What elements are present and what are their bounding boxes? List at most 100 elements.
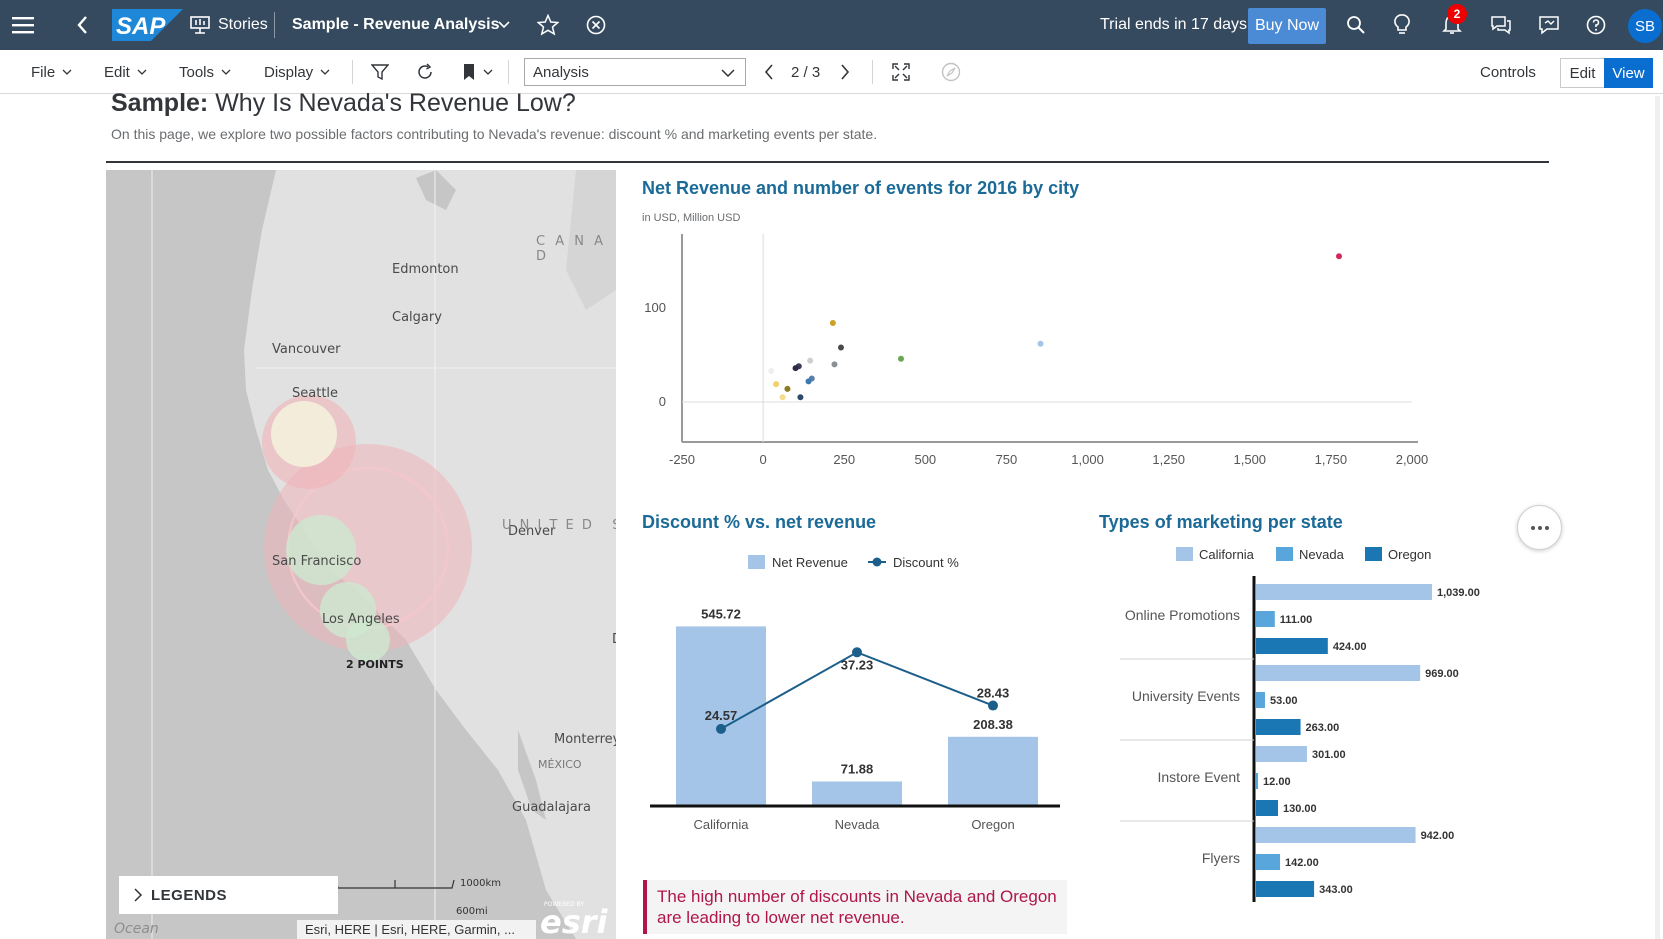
close-circle-icon[interactable] bbox=[586, 0, 606, 50]
marketing-bar bbox=[1256, 800, 1279, 816]
shell-divider bbox=[274, 12, 275, 38]
toolbar-divider bbox=[872, 60, 873, 84]
discount-combo-chart[interactable]: Net Revenue Discount % 545.72 California 71.… bbox=[640, 545, 1080, 835]
bar-value-label: 71.88 bbox=[841, 761, 874, 776]
discussions-icon[interactable] bbox=[1490, 0, 1512, 50]
scatter-x-tick: 1,250 bbox=[1152, 452, 1185, 467]
discount-value-label: 37.23 bbox=[841, 657, 874, 672]
discount-point bbox=[852, 647, 862, 658]
legend-label: Nevada bbox=[1299, 547, 1345, 562]
display-menu-label: Display bbox=[264, 63, 314, 81]
search-icon[interactable] bbox=[1346, 0, 1366, 50]
toolbar-divider bbox=[352, 60, 353, 84]
chevron-down-icon[interactable] bbox=[498, 0, 510, 50]
marketing-bar bbox=[1256, 638, 1328, 654]
marketing-bar bbox=[1256, 611, 1275, 627]
help-icon[interactable] bbox=[1586, 0, 1606, 50]
bar-net-revenue bbox=[812, 781, 902, 805]
buy-now-button[interactable]: Buy Now bbox=[1248, 8, 1326, 44]
file-menu[interactable]: File bbox=[31, 50, 72, 94]
map-label-seattle: Seattle bbox=[292, 386, 339, 401]
combo-chart-title: Discount % vs. net revenue bbox=[642, 512, 877, 532]
scatter-x-tick: 250 bbox=[833, 452, 855, 467]
map-label-calgary: Calgary bbox=[392, 310, 442, 325]
explore-icon bbox=[941, 50, 961, 94]
marketing-bar-chart[interactable]: California Nevada Oregon Online Promotions 1… bbox=[1100, 540, 1550, 910]
refresh-icon[interactable] bbox=[416, 50, 434, 94]
marketing-chart-title: Types of marketing per state bbox=[1099, 512, 1343, 532]
cluster-label[interactable]: 2 POINTS bbox=[346, 658, 404, 671]
legend-marker-discount bbox=[872, 557, 882, 567]
back-icon[interactable] bbox=[76, 0, 88, 50]
bar-value-label: 545.72 bbox=[701, 606, 741, 621]
map-attribution[interactable]: Esri, HERE | Esri, HERE, Garmin, ... bbox=[297, 920, 536, 939]
scatter-point bbox=[807, 357, 814, 364]
lightbulb-icon[interactable] bbox=[1394, 0, 1410, 50]
scatter-point bbox=[768, 367, 775, 374]
chevron-down-icon bbox=[221, 69, 231, 75]
category-label: Oregon bbox=[971, 817, 1014, 832]
bookmark-icon[interactable] bbox=[462, 50, 493, 94]
esri-logo: esri bbox=[540, 903, 608, 939]
scatter-x-tick: 500 bbox=[914, 452, 936, 467]
page-title-rest: Why Is Nevada's Revenue Low? bbox=[208, 89, 576, 117]
map-label-mexico: MÉXICO bbox=[538, 758, 582, 771]
feedback-icon[interactable] bbox=[1538, 0, 1560, 50]
vertical-scrollbar[interactable] bbox=[1655, 96, 1660, 939]
scatter-x-tick: 1,500 bbox=[1234, 452, 1267, 467]
fullscreen-icon[interactable] bbox=[892, 50, 910, 94]
scale-mi: 600mi bbox=[456, 906, 488, 917]
scatter-point bbox=[1037, 340, 1044, 347]
more-options-button[interactable] bbox=[1517, 505, 1562, 550]
map-label-guadalajara: Guadalajara bbox=[512, 800, 591, 815]
legend-swatch bbox=[1176, 547, 1193, 561]
legend-label-net-revenue: Net Revenue bbox=[772, 555, 848, 570]
marketing-value-label: 1,039.00 bbox=[1437, 587, 1480, 599]
previous-page-icon[interactable] bbox=[764, 50, 774, 94]
marketing-value-label: 263.00 bbox=[1306, 722, 1340, 734]
geo-map[interactable]: Edmonton Calgary Vancouver Seattle San F… bbox=[106, 170, 616, 939]
scatter-chart[interactable]: -250 0 250 500 750 1,000 1,250 1,500 1,750 2,000 0… bbox=[630, 228, 1510, 488]
display-menu[interactable]: Display bbox=[264, 50, 330, 94]
marketing-value-label: 942.00 bbox=[1421, 830, 1455, 842]
favorite-star-icon[interactable] bbox=[537, 0, 559, 50]
controls-button[interactable]: Controls bbox=[1480, 50, 1536, 94]
marketing-value-label: 53.00 bbox=[1270, 695, 1298, 707]
category-label: Flyers bbox=[1202, 850, 1240, 866]
scatter-point bbox=[797, 394, 804, 401]
scatter-point bbox=[1336, 253, 1342, 260]
chevron-down-icon bbox=[721, 69, 735, 77]
marketing-bar bbox=[1256, 692, 1265, 708]
stories-link[interactable]: Stories bbox=[218, 0, 268, 50]
page-select[interactable]: Analysis bbox=[524, 58, 746, 86]
legend-label: Oregon bbox=[1388, 547, 1431, 562]
header-divider bbox=[106, 161, 1549, 163]
map-label-los-angeles: Los Angeles bbox=[322, 612, 400, 627]
chevron-down-icon bbox=[483, 69, 493, 75]
legends-toggle[interactable]: LEGENDS bbox=[119, 876, 338, 914]
page-select-value: Analysis bbox=[533, 63, 589, 81]
scatter-x-tick: 0 bbox=[759, 452, 766, 467]
chevron-right-icon bbox=[134, 888, 143, 902]
toolbar-divider bbox=[508, 60, 509, 84]
marketing-bar bbox=[1256, 881, 1315, 897]
page-title-bold: Sample: bbox=[111, 89, 209, 117]
category-label: Nevada bbox=[835, 817, 881, 832]
tools-menu[interactable]: Tools bbox=[179, 50, 231, 94]
edit-mode-button[interactable]: Edit bbox=[1560, 58, 1604, 88]
marketing-bar bbox=[1256, 773, 1259, 789]
map-label-san-francisco: San Francisco bbox=[272, 554, 362, 569]
menu-icon[interactable] bbox=[12, 0, 34, 50]
story-title[interactable]: Sample - Revenue Analysis bbox=[292, 0, 500, 50]
legend-swatch-net-revenue bbox=[748, 555, 765, 569]
marketing-bar bbox=[1256, 746, 1307, 762]
edit-menu[interactable]: Edit bbox=[104, 50, 147, 94]
insight-callout: The high number of discounts in Nevada a… bbox=[643, 880, 1067, 934]
view-mode-button[interactable]: View bbox=[1604, 58, 1653, 88]
stories-icon bbox=[190, 0, 210, 50]
marketing-bar bbox=[1256, 827, 1416, 843]
filter-icon[interactable] bbox=[371, 50, 389, 94]
next-page-icon[interactable] bbox=[840, 50, 850, 94]
map-label-monterrey: Monterrey bbox=[554, 732, 616, 747]
avatar[interactable]: SB bbox=[1628, 9, 1662, 43]
